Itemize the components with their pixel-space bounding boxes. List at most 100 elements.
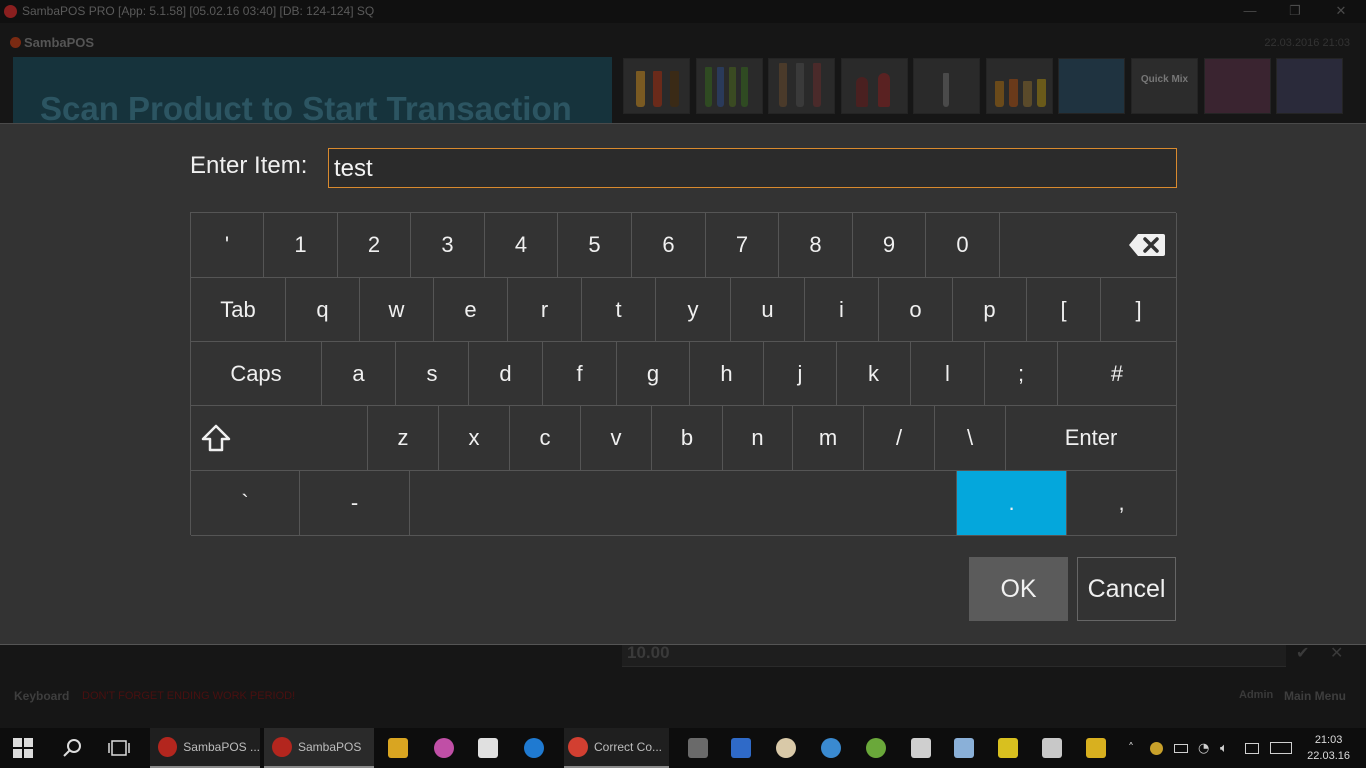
chevron-up-icon[interactable]: ˄: [1128, 728, 1134, 768]
store-icon[interactable]: [478, 728, 498, 768]
close-icon[interactable]: ✕: [1326, 1, 1356, 21]
key-5[interactable]: 5: [558, 213, 632, 278]
key-v[interactable]: v: [581, 406, 652, 471]
cancel-button[interactable]: Cancel: [1077, 557, 1176, 621]
key-t[interactable]: t: [582, 278, 656, 342]
power-icon[interactable]: [1174, 728, 1188, 768]
key-caps[interactable]: Caps: [191, 342, 322, 406]
key-minus[interactable]: -: [300, 471, 410, 536]
key-slash[interactable]: /: [864, 406, 935, 471]
beer-glasses-icon[interactable]: [623, 58, 690, 114]
key-apostrophe[interactable]: ': [191, 213, 264, 278]
key-9[interactable]: 9: [853, 213, 926, 278]
key-i[interactable]: i: [805, 278, 879, 342]
shots-icon[interactable]: [986, 58, 1053, 114]
shift-key[interactable]: [191, 406, 368, 471]
key-2[interactable]: 2: [338, 213, 411, 278]
key-c[interactable]: c: [510, 406, 581, 471]
wifi-icon[interactable]: ◔: [1198, 728, 1209, 768]
itunes-icon[interactable]: [434, 728, 454, 768]
key-period[interactable]: .: [957, 471, 1067, 536]
wine-glasses-icon[interactable]: [841, 58, 908, 114]
sql-icon[interactable]: [866, 728, 886, 768]
key-0[interactable]: 0: [926, 213, 1000, 278]
taskbar-chrome[interactable]: Correct Co...: [564, 728, 669, 768]
key-q[interactable]: q: [286, 278, 360, 342]
item-input[interactable]: test: [328, 148, 1177, 188]
soda-cans-icon[interactable]: [1276, 58, 1343, 114]
key-s[interactable]: s: [396, 342, 469, 406]
tools-icon[interactable]: [1086, 728, 1106, 768]
key-a[interactable]: a: [322, 342, 396, 406]
key-6[interactable]: 6: [632, 213, 706, 278]
system-clock[interactable]: 21:03 22.03.16: [1307, 732, 1350, 764]
key-7[interactable]: 7: [706, 213, 779, 278]
key-semicolon[interactable]: ;: [985, 342, 1058, 406]
key-h[interactable]: h: [690, 342, 764, 406]
key-l[interactable]: l: [911, 342, 985, 406]
key-8[interactable]: 8: [779, 213, 853, 278]
key-e[interactable]: e: [434, 278, 508, 342]
touch-icon[interactable]: [1042, 728, 1062, 768]
taskbar-sambapos-1[interactable]: SambaPOS ...: [150, 728, 260, 768]
clear-icon[interactable]: ✕: [1330, 643, 1343, 662]
cans-icon[interactable]: [1204, 58, 1271, 114]
key-3[interactable]: 3: [411, 213, 485, 278]
key-right-bracket[interactable]: ]: [1101, 278, 1177, 342]
key-4[interactable]: 4: [485, 213, 558, 278]
key-hash[interactable]: #: [1058, 342, 1177, 406]
volume-icon[interactable]: 🔈︎: [1220, 728, 1228, 768]
key-comma[interactable]: ,: [1067, 471, 1177, 536]
backspace-key[interactable]: [1000, 213, 1177, 278]
pointer-icon[interactable]: [998, 728, 1018, 768]
minimize-icon[interactable]: —: [1235, 1, 1265, 21]
key-w[interactable]: w: [360, 278, 434, 342]
key-m[interactable]: m: [793, 406, 864, 471]
key-f[interactable]: f: [543, 342, 617, 406]
keyboard-button[interactable]: Keyboard: [14, 689, 69, 703]
key-x[interactable]: x: [439, 406, 510, 471]
app-icon[interactable]: [688, 728, 708, 768]
key-backtick[interactable]: `: [191, 471, 300, 536]
calculator-icon[interactable]: [911, 728, 931, 768]
key-left-bracket[interactable]: [: [1027, 278, 1101, 342]
key-enter[interactable]: Enter: [1006, 406, 1177, 471]
cocktail-glass-icon[interactable]: [913, 58, 980, 114]
keyboard-icon[interactable]: [1270, 728, 1292, 768]
snacks-icon[interactable]: [1058, 58, 1125, 114]
main-menu-button[interactable]: Main Menu: [1284, 689, 1346, 703]
key-k[interactable]: k: [837, 342, 911, 406]
key-j[interactable]: j: [764, 342, 837, 406]
taskbar-sambapos-2[interactable]: SambaPOS: [264, 728, 374, 768]
key-b[interactable]: b: [652, 406, 723, 471]
search-icon[interactable]: [62, 728, 82, 768]
database-icon[interactable]: [821, 728, 841, 768]
key-d[interactable]: d: [469, 342, 543, 406]
key-g[interactable]: g: [617, 342, 690, 406]
task-view-icon[interactable]: [108, 728, 130, 768]
key-p[interactable]: p: [953, 278, 1027, 342]
check-icon[interactable]: ✔: [1296, 643, 1309, 662]
edge-icon[interactable]: [524, 728, 544, 768]
key-backslash[interactable]: \: [935, 406, 1006, 471]
paint-icon[interactable]: [776, 728, 796, 768]
quick-mix-button[interactable]: Quick Mix: [1131, 58, 1198, 114]
key-r[interactable]: r: [508, 278, 582, 342]
beer-bottles-icon[interactable]: [696, 58, 763, 114]
key-tab[interactable]: Tab: [191, 278, 286, 342]
key-n[interactable]: n: [723, 406, 793, 471]
key-y[interactable]: y: [656, 278, 731, 342]
file-explorer-icon[interactable]: [388, 728, 408, 768]
key-1[interactable]: 1: [264, 213, 338, 278]
chrome-tray-icon[interactable]: [1150, 728, 1163, 768]
visual-studio-icon[interactable]: [731, 728, 751, 768]
notes-icon[interactable]: [954, 728, 974, 768]
notification-icon[interactable]: [1245, 728, 1259, 768]
key-u[interactable]: u: [731, 278, 805, 342]
windows-start-icon[interactable]: [12, 728, 34, 768]
key-o[interactable]: o: [879, 278, 953, 342]
key-space[interactable]: [410, 471, 957, 536]
key-z[interactable]: z: [368, 406, 439, 471]
liquor-bottles-icon[interactable]: [768, 58, 835, 114]
restore-icon[interactable]: ❐: [1280, 1, 1310, 21]
